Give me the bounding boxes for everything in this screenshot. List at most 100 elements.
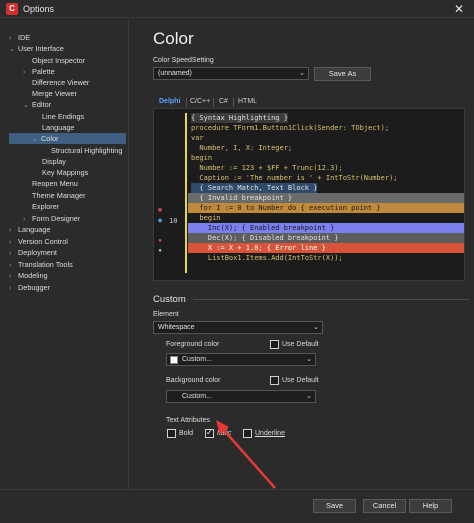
tree-item-label: Difference Viewer bbox=[32, 78, 90, 87]
code-line: Caption := 'The number is ' + IntToStr(N… bbox=[191, 174, 398, 182]
color-options-panel: Color Color SpeedSetting (unnamed) ⌄ Sav… bbox=[145, 19, 474, 489]
tree-item-label: Palette bbox=[32, 67, 55, 76]
close-icon[interactable]: ✕ bbox=[444, 0, 474, 18]
help-button[interactable]: Help bbox=[409, 499, 452, 513]
tree-item-label: Form Designer bbox=[32, 214, 81, 223]
underline-label: Underline bbox=[255, 430, 285, 437]
tab-divider bbox=[233, 98, 234, 107]
tab-html[interactable]: HTML bbox=[238, 96, 257, 108]
tree-item-modeling[interactable]: › Modeling bbox=[9, 270, 48, 281]
chevron-down-icon[interactable]: ⌄ bbox=[23, 100, 32, 111]
tree-item-label: Version Control bbox=[18, 237, 68, 246]
code-preview[interactable]: ✖ ◆ 10 ● ● { Syntax Highlighting } proce… bbox=[153, 108, 465, 281]
tree-item-editor[interactable]: ⌄ Editor bbox=[23, 99, 51, 110]
background-use-default-checkbox[interactable] bbox=[270, 376, 279, 385]
tree-item-label: Language bbox=[18, 225, 51, 234]
chevron-right-icon[interactable]: › bbox=[9, 283, 18, 294]
tab-delphi[interactable]: Delphi bbox=[159, 96, 180, 108]
enabled-breakpoint-icon: ● bbox=[158, 238, 162, 244]
tree-item-display[interactable]: Display bbox=[33, 156, 66, 167]
tree-item-label: Display bbox=[42, 157, 66, 166]
tree-item-line-endings[interactable]: Line Endings bbox=[33, 111, 84, 122]
tree-item-theme-manager[interactable]: Theme Manager bbox=[23, 190, 86, 201]
page-title: Color bbox=[153, 29, 194, 48]
background-color-select[interactable]: Custom... ⌄ bbox=[166, 390, 316, 403]
tree-item-structural-highlighting[interactable]: Structural Highlighting bbox=[42, 145, 122, 156]
foreground-color-value: Custom... bbox=[182, 356, 212, 363]
code-line: Number, I, X: Integer; bbox=[191, 144, 293, 152]
speedsetting-select[interactable]: (unnamed) ⌄ bbox=[153, 67, 309, 80]
search-match-line: { Search Match, Text Block } bbox=[191, 183, 318, 193]
tree-item-color[interactable]: ⌄ Color bbox=[9, 133, 126, 144]
tree-item-label: Key Mappings bbox=[42, 168, 89, 177]
execution-point-icon: ◆ bbox=[157, 218, 163, 224]
background-color-value: Custom... bbox=[182, 393, 212, 400]
element-value: Whitespace bbox=[158, 324, 195, 331]
enabled-breakpoint-line: Inc(X); { Enabled breakpoint } bbox=[188, 223, 464, 233]
bold-label: Bold bbox=[179, 430, 194, 437]
element-select[interactable]: Whitespace ⌄ bbox=[153, 321, 323, 334]
tree-item-debugger[interactable]: › Debugger bbox=[9, 282, 50, 293]
tree-item-label: Deployment bbox=[18, 248, 57, 257]
code-line: begin bbox=[191, 214, 221, 222]
tree-item-explorer[interactable]: Explorer bbox=[23, 201, 59, 212]
tree-item-label: Translation Tools bbox=[18, 260, 73, 269]
save-button[interactable]: Save bbox=[313, 499, 356, 513]
tree-item-version-control[interactable]: › Version Control bbox=[9, 236, 68, 247]
tree-item-reopen-menu[interactable]: Reopen Menu bbox=[23, 178, 78, 189]
foreground-color-select[interactable]: Custom... ⌄ bbox=[166, 353, 316, 366]
foreground-color-label: Foreground color bbox=[166, 341, 220, 348]
tree-item-user-interface[interactable]: ⌄ User Interface bbox=[9, 43, 64, 54]
bold-checkbox[interactable] bbox=[167, 429, 176, 438]
tree-item-difference-viewer[interactable]: Difference Viewer bbox=[23, 77, 89, 88]
tree-item-language[interactable]: Language bbox=[33, 122, 74, 133]
text-attributes-label: Text Attributes bbox=[166, 417, 210, 424]
tree-item-palette[interactable]: › Palette bbox=[23, 66, 55, 77]
language-tabs: Delphi C/C++ C# HTML bbox=[153, 96, 473, 108]
execution-point-line: for I := 0 to Number do { execution poin… bbox=[188, 203, 464, 213]
chevron-down-icon[interactable]: ⌄ bbox=[32, 134, 41, 145]
speedsetting-value: (unnamed) bbox=[158, 70, 192, 77]
tree-item-key-mappings[interactable]: Key Mappings bbox=[33, 167, 88, 178]
element-label: Element bbox=[153, 311, 179, 318]
tree-item-form-designer[interactable]: › Form Designer bbox=[23, 213, 80, 224]
tree-item-label: Theme Manager bbox=[32, 191, 86, 200]
tree-item-language-root[interactable]: › Language bbox=[9, 224, 50, 235]
editor-gutter[interactable]: ✖ ◆ 10 ● ● bbox=[154, 109, 184, 280]
tree-item-deployment[interactable]: › Deployment bbox=[9, 247, 57, 258]
background-use-default-label: Use Default bbox=[282, 377, 319, 384]
save-as-button[interactable]: Save As bbox=[314, 67, 371, 81]
cancel-button[interactable]: Cancel bbox=[363, 499, 406, 513]
tab-csharp[interactable]: C# bbox=[219, 96, 228, 108]
tree-item-label: User Interface bbox=[18, 44, 64, 53]
tree-item-label: Editor bbox=[32, 100, 52, 109]
foreground-use-default-label: Use Default bbox=[282, 341, 319, 348]
title-bar: C Options ✕ bbox=[0, 0, 474, 18]
chevron-down-icon[interactable]: ⌄ bbox=[9, 44, 18, 55]
options-tree: › IDE ⌄ User Interface Object Inspector › P… bbox=[0, 19, 129, 489]
underline-checkbox[interactable] bbox=[243, 429, 252, 438]
tree-item-object-inspector[interactable]: Object Inspector bbox=[23, 55, 85, 66]
disabled-breakpoint-icon: ● bbox=[158, 248, 162, 254]
tab-cpp[interactable]: C/C++ bbox=[190, 96, 210, 108]
code-comment-line: { Syntax Highlighting } bbox=[191, 113, 288, 123]
italic-checkbox[interactable] bbox=[205, 428, 214, 438]
chevron-down-icon: ⌄ bbox=[306, 356, 312, 363]
code-line: begin bbox=[191, 154, 213, 162]
chevron-right-icon[interactable]: › bbox=[9, 248, 18, 259]
custom-section-title: Custom bbox=[153, 294, 186, 305]
tab-divider bbox=[213, 98, 214, 107]
tree-item-translation-tools[interactable]: › Translation Tools bbox=[9, 259, 73, 270]
tree-item-merge-viewer[interactable]: Merge Viewer bbox=[23, 88, 77, 99]
tree-item-label: Color bbox=[41, 134, 59, 143]
tree-item-label: Merge Viewer bbox=[32, 89, 77, 98]
chevron-right-icon[interactable]: › bbox=[9, 271, 18, 282]
foreground-use-default-checkbox[interactable] bbox=[270, 340, 279, 349]
color-swatch bbox=[170, 356, 178, 364]
tree-item-label: Debugger bbox=[18, 283, 51, 292]
code-line: var bbox=[191, 134, 204, 142]
chevron-down-icon: ⌄ bbox=[299, 70, 305, 77]
chevron-right-icon[interactable]: › bbox=[9, 225, 18, 236]
speedsetting-label: Color SpeedSetting bbox=[153, 57, 214, 64]
tree-item-ide[interactable]: › IDE bbox=[9, 32, 30, 43]
